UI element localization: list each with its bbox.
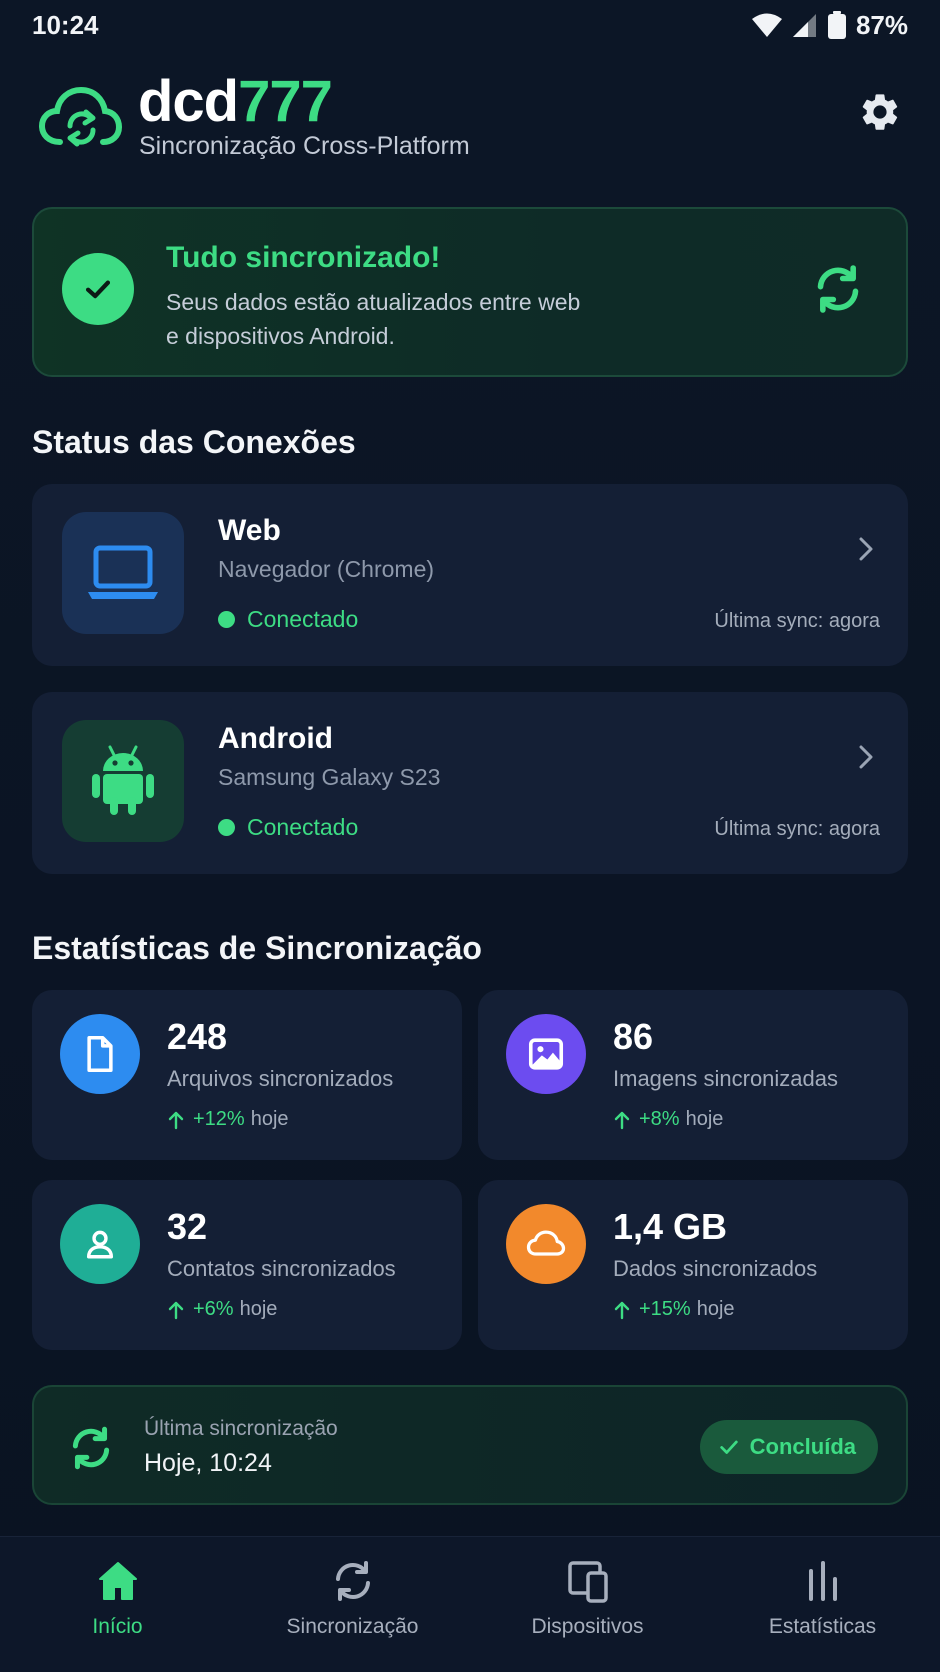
stats-section-title: Estatísticas de Sincronização (32, 930, 482, 966)
nav-label: Dispositivos (531, 1615, 644, 1638)
stat-trend: +15% hoje (613, 1298, 735, 1321)
sync-icon (72, 1426, 110, 1470)
stat-trend: +12% hoje (167, 1108, 289, 1131)
connection-last-sync: Última sync: agora (714, 610, 880, 632)
stat-trend-period: hoje (250, 1108, 289, 1130)
cloud-sync-logo-icon (38, 86, 122, 147)
app-header: dcd777 Sincronização Cross-Platform (38, 70, 902, 170)
sync-complete-badge: Concluída (699, 1420, 878, 1474)
nav-item-devices[interactable]: Dispositivos (470, 1537, 705, 1672)
signal-icon (792, 14, 816, 37)
image-icon (528, 1038, 564, 1070)
connection-last-sync: Última sync: agora (714, 818, 880, 840)
stat-trend-percent: +12% (193, 1108, 245, 1130)
bottom-navigation: Início Sincronização Dispositivos Estatí… (0, 1536, 940, 1672)
sync-complete-label: Concluída (749, 1434, 856, 1459)
stat-label: Contatos sincronizados (167, 1256, 396, 1281)
stat-trend: +6% hoje (167, 1298, 277, 1321)
status-dot (218, 819, 235, 836)
connection-name: Web (218, 514, 281, 547)
nav-label: Início (92, 1615, 143, 1638)
arrow-up-icon (168, 1301, 184, 1319)
stat-icon-circle (60, 1204, 140, 1284)
stat-trend-period: hoje (685, 1108, 724, 1130)
web-icon-box (62, 512, 184, 634)
settings-gear-icon[interactable] (858, 90, 902, 134)
chevron-right-icon (859, 745, 873, 769)
connection-device: Samsung Galaxy S23 (218, 764, 441, 790)
home-icon (98, 1562, 137, 1600)
status-dot (218, 611, 235, 628)
connection-status: Conectado (218, 814, 358, 841)
stat-trend-percent: +8% (639, 1108, 680, 1130)
arrow-up-icon (168, 1111, 184, 1129)
sync-icon (335, 1561, 370, 1601)
android-icon-box (62, 720, 184, 842)
connections-section-title: Status das Conexões (32, 424, 356, 460)
android-robot-icon (92, 745, 154, 815)
stat-label: Dados sincronizados (613, 1256, 818, 1281)
stat-icon-circle (60, 1014, 140, 1094)
nav-item-sync[interactable]: Sincronização (235, 1537, 470, 1672)
checkmark-icon (719, 1440, 738, 1454)
brand-name-part2: 777 (238, 69, 333, 134)
cloud-icon (526, 1230, 566, 1256)
connection-status-label: Conectado (247, 606, 359, 632)
stat-label: Arquivos sincronizados (167, 1066, 394, 1091)
banner-description: Seus dados estão atualizados entre web e… (166, 289, 581, 349)
status-icons: 87% (751, 9, 908, 41)
person-icon (86, 1230, 114, 1259)
nav-label: Sincronização (286, 1615, 419, 1638)
chevron-right-icon (859, 537, 873, 561)
devices-icon (567, 1561, 608, 1603)
laptop-icon (88, 545, 158, 599)
connection-card-web[interactable]: Web Navegador (Chrome) Conectado Última … (32, 484, 908, 666)
battery-level: 87% (855, 9, 908, 40)
clock: 10:24 (32, 9, 99, 40)
stat-trend-period: hoje (696, 1298, 735, 1320)
stat-label: Imagens sincronizadas (613, 1066, 839, 1091)
nav-item-stats[interactable]: Estatísticas (705, 1537, 940, 1672)
stat-value: 32 (167, 1206, 208, 1247)
nav-label: Estatísticas (768, 1615, 877, 1638)
last-sync-card: Última sincronização Hoje, 10:24 Concluí… (32, 1385, 908, 1505)
sync-status-banner: Tudo sincronizado! Seus dados estão atua… (32, 207, 908, 377)
banner-title: Tudo sincronizado! (166, 241, 441, 274)
wifi-icon (751, 13, 782, 37)
nav-item-home[interactable]: Início (0, 1537, 235, 1672)
refresh-sync-icon[interactable] (810, 261, 866, 317)
stat-card-images[interactable]: 86 Imagens sincronizadas +8% hoje (478, 990, 908, 1160)
stat-trend-percent: +6% (193, 1298, 234, 1320)
stat-icon-circle (506, 1204, 586, 1284)
bar-chart-icon (808, 1561, 837, 1601)
stat-card-data[interactable]: 1,4 GB Dados sincronizados +15% hoje (478, 1180, 908, 1350)
connection-status: Conectado (218, 606, 358, 633)
connection-card-android[interactable]: Android Samsung Galaxy S23 Conectado Últ… (32, 692, 908, 874)
stat-card-files[interactable]: 248 Arquivos sincronizados +12% hoje (32, 990, 462, 1160)
success-check-badge (62, 253, 134, 325)
status-bar: 10:24 87% (0, 0, 940, 50)
connection-device: Navegador (Chrome) (218, 556, 435, 582)
checkmark-icon (85, 280, 111, 299)
stat-icon-circle (506, 1014, 586, 1094)
arrow-up-icon (614, 1301, 630, 1319)
arrow-up-icon (614, 1111, 630, 1129)
stat-value: 86 (613, 1016, 654, 1057)
brand-name: dcd777 (138, 69, 333, 134)
app-screen: 10:24 87% dcd777 Sincronização Cross-Pla… (0, 0, 940, 1672)
brand-subtitle: Sincronização Cross-Platform (139, 132, 470, 160)
last-sync-caption: Última sincronização (144, 1417, 338, 1440)
connection-status-label: Conectado (247, 814, 359, 840)
stat-value: 248 (167, 1016, 228, 1057)
stat-trend: +8% hoje (613, 1108, 723, 1131)
file-icon (87, 1035, 113, 1073)
brand-name-part1: dcd (138, 69, 239, 134)
stat-trend-percent: +15% (639, 1298, 691, 1320)
stat-card-contacts[interactable]: 32 Contatos sincronizados +6% hoje (32, 1180, 462, 1350)
battery-icon (827, 11, 846, 39)
stat-value: 1,4 GB (613, 1206, 728, 1247)
stat-trend-period: hoje (239, 1298, 278, 1320)
last-sync-time: Hoje, 10:24 (144, 1449, 272, 1477)
connection-name: Android (218, 722, 333, 755)
